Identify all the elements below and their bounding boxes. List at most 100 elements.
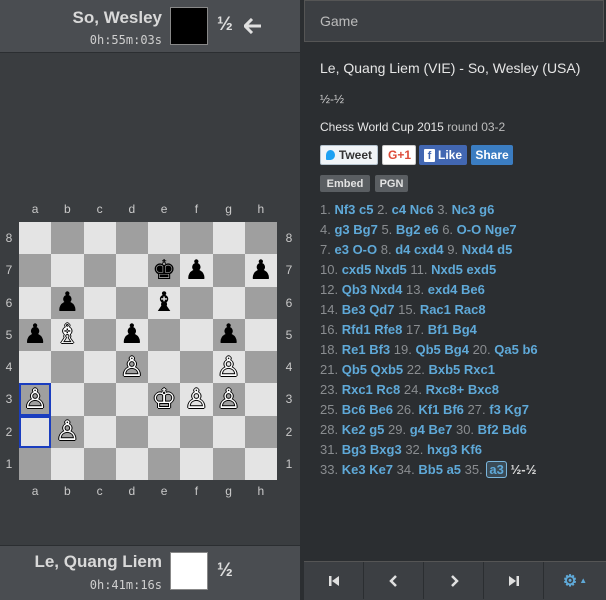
piece-d4[interactable]: ♙	[116, 351, 148, 383]
square-g6[interactable]	[212, 286, 245, 319]
tweet-button[interactable]: Tweet	[320, 145, 378, 165]
square-b1[interactable]	[51, 447, 84, 480]
move[interactable]: Rac1	[420, 302, 451, 317]
square-g4[interactable]: ♙	[212, 351, 245, 384]
piece-b2[interactable]: ♙	[51, 416, 83, 448]
move[interactable]: c4	[392, 202, 406, 217]
square-c2[interactable]	[83, 415, 116, 448]
move[interactable]: g4	[410, 422, 425, 437]
move[interactable]: Be7	[428, 422, 452, 437]
piece-f7[interactable]: ♟	[180, 254, 212, 286]
square-e8[interactable]	[148, 222, 181, 255]
square-f5[interactable]	[180, 318, 213, 351]
move[interactable]: Rxc1	[342, 382, 373, 397]
last-move-button[interactable]	[484, 562, 544, 599]
move[interactable]: Rac8	[455, 302, 486, 317]
move[interactable]: d4	[395, 242, 410, 257]
move[interactable]: Bf3	[369, 342, 390, 357]
move[interactable]: a3	[486, 461, 507, 478]
piece-b5[interactable]: ♗	[51, 319, 83, 351]
move[interactable]: Ke7	[369, 462, 393, 477]
move[interactable]: e6	[424, 222, 438, 237]
square-a5[interactable]: ♟	[19, 318, 52, 351]
square-b4[interactable]	[51, 351, 84, 384]
square-a6[interactable]	[19, 286, 52, 319]
first-move-button[interactable]	[304, 562, 364, 599]
move[interactable]: Be6	[461, 282, 485, 297]
move[interactable]: cxd4	[414, 242, 444, 257]
square-c1[interactable]	[83, 447, 116, 480]
move[interactable]: e3	[334, 242, 348, 257]
move[interactable]: Nxd5	[431, 262, 463, 277]
square-b8[interactable]	[51, 222, 84, 255]
move[interactable]: Rxc1	[464, 362, 495, 377]
piece-e7[interactable]: ♚	[148, 254, 180, 286]
square-d7[interactable]	[115, 254, 148, 287]
square-h6[interactable]	[244, 286, 277, 319]
square-f4[interactable]	[180, 351, 213, 384]
square-h8[interactable]	[244, 222, 277, 255]
next-move-button[interactable]	[424, 562, 484, 599]
piece-e6[interactable]: ♝	[148, 287, 180, 319]
piece-a3[interactable]: ♙	[19, 383, 51, 415]
square-c7[interactable]	[83, 254, 116, 287]
square-h4[interactable]	[244, 351, 277, 384]
square-b6[interactable]: ♟	[51, 286, 84, 319]
move[interactable]: Be6	[369, 402, 393, 417]
square-a3[interactable]: ♙	[19, 383, 52, 416]
move[interactable]: Bg2	[396, 222, 421, 237]
gplus-button[interactable]: G+1	[382, 145, 416, 165]
square-c3[interactable]	[83, 383, 116, 416]
move[interactable]: Bxb5	[428, 362, 460, 377]
square-e4[interactable]	[148, 351, 181, 384]
piece-h7[interactable]: ♟	[245, 254, 277, 286]
square-g8[interactable]	[212, 222, 245, 255]
move[interactable]: Nxd4	[462, 242, 494, 257]
move[interactable]: Ke3	[342, 462, 366, 477]
move[interactable]: g5	[369, 422, 384, 437]
move[interactable]: Ke2	[342, 422, 366, 437]
square-d8[interactable]	[115, 222, 148, 255]
square-c8[interactable]	[83, 222, 116, 255]
square-g1[interactable]	[212, 447, 245, 480]
move[interactable]: f3	[489, 402, 501, 417]
square-d1[interactable]	[115, 447, 148, 480]
chess-board[interactable]: ♚ ♟ ♟ ♟ ♝ ♟ ♗ ♟ ♟ ♙ ♙ ♙ ♔ ♙ ♙ ♙	[19, 222, 277, 480]
move[interactable]: Kf6	[461, 442, 482, 457]
move[interactable]: hxg3	[427, 442, 457, 457]
move[interactable]: Qb5	[342, 362, 367, 377]
move[interactable]: exd4	[428, 282, 458, 297]
embed-button[interactable]: Embed	[320, 175, 370, 192]
square-e3[interactable]: ♔	[148, 383, 181, 416]
square-a7[interactable]	[19, 254, 52, 287]
square-f1[interactable]	[180, 447, 213, 480]
piece-a5[interactable]: ♟	[19, 319, 51, 351]
move[interactable]: Qa5	[494, 342, 519, 357]
move[interactable]: Qxb5	[371, 362, 404, 377]
move[interactable]: exd5	[467, 262, 497, 277]
square-a2[interactable]	[19, 415, 52, 448]
move[interactable]: Bg4	[452, 322, 477, 337]
move[interactable]: Qb5	[415, 342, 440, 357]
move[interactable]: d5	[497, 242, 512, 257]
move[interactable]: Kf1	[418, 402, 439, 417]
move[interactable]: g6	[479, 202, 494, 217]
square-g7[interactable]	[212, 254, 245, 287]
move[interactable]: Bb5	[418, 462, 443, 477]
move[interactable]: Qb3	[342, 282, 367, 297]
move[interactable]: O-O	[353, 242, 378, 257]
square-e1[interactable]	[148, 447, 181, 480]
square-d3[interactable]	[115, 383, 148, 416]
move[interactable]: a5	[447, 462, 461, 477]
move[interactable]: g3	[334, 222, 349, 237]
square-c6[interactable]	[83, 286, 116, 319]
square-c5[interactable]	[83, 318, 116, 351]
square-h3[interactable]	[244, 383, 277, 416]
event-name[interactable]: Chess World Cup 2015	[320, 120, 444, 134]
square-h5[interactable]	[244, 318, 277, 351]
square-d4[interactable]: ♙	[115, 351, 148, 384]
move[interactable]: Qd7	[369, 302, 394, 317]
square-g3[interactable]: ♙	[212, 383, 245, 416]
square-e2[interactable]	[148, 415, 181, 448]
move[interactable]: Nf3	[334, 202, 355, 217]
